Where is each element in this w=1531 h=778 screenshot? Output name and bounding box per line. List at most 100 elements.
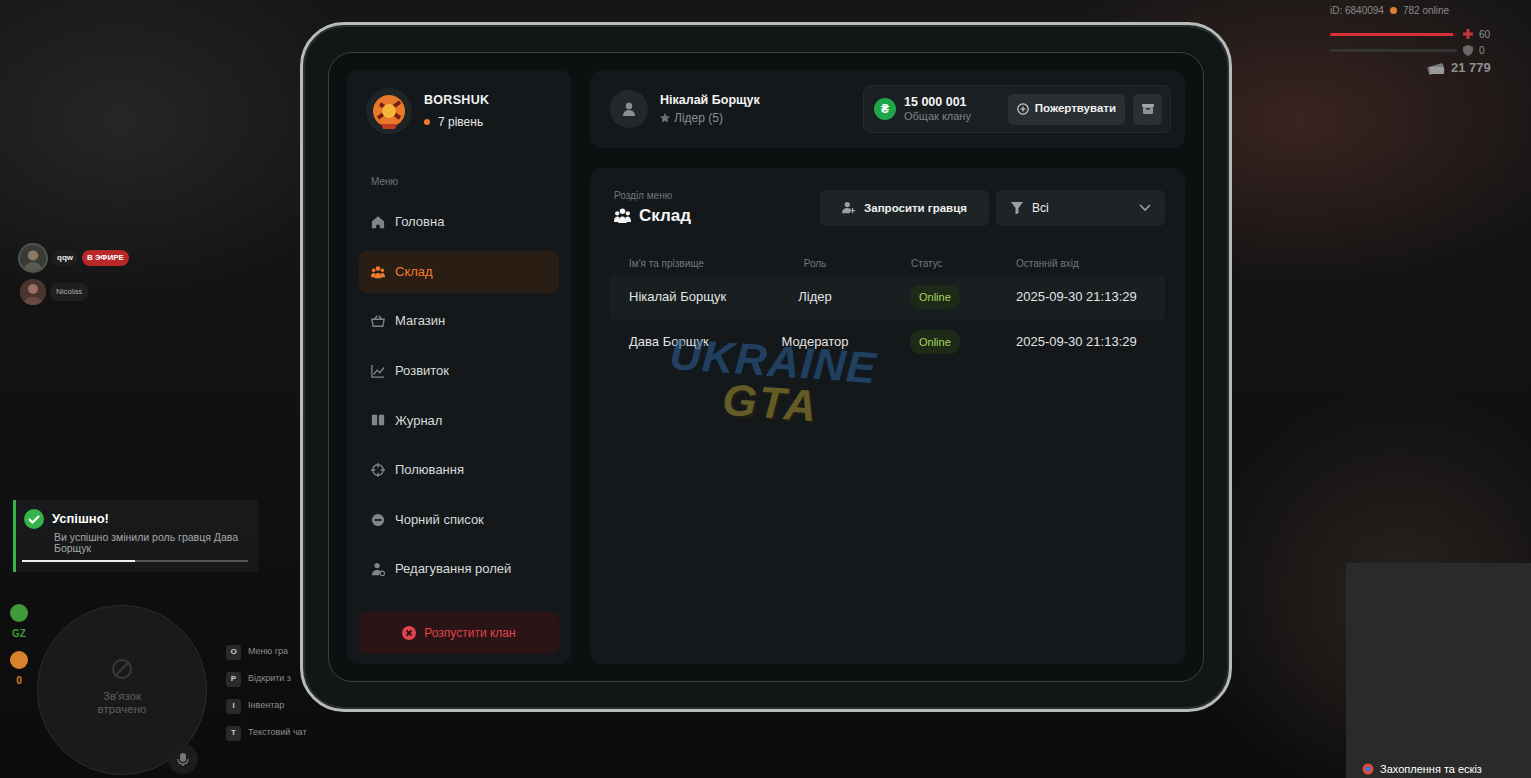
toast-message: Ви успішно змінили роль гравця Дава Борщ… bbox=[24, 532, 248, 554]
treasury-history-button[interactable] bbox=[1133, 94, 1162, 125]
plus-circle-icon bbox=[1017, 103, 1029, 115]
member-name: Нікалай Борщук bbox=[629, 287, 760, 307]
side-status: GZ 0 bbox=[8, 604, 30, 694]
status-dot bbox=[10, 651, 28, 669]
sidebar-item[interactable]: Чорний список bbox=[359, 499, 559, 541]
member-name: Дава Борщук bbox=[629, 332, 760, 352]
armor-value: 0 bbox=[1479, 43, 1495, 58]
check-icon bbox=[24, 509, 44, 529]
treasury-box: ₴15 000 001Общак клануПожертвувати bbox=[863, 85, 1171, 133]
health-line: 60 bbox=[1330, 26, 1520, 42]
toolbar-actions: Запросити гравця Всі bbox=[820, 190, 1165, 226]
role-edit-icon bbox=[371, 562, 385, 576]
invite-button[interactable]: Запросити гравця bbox=[820, 190, 989, 226]
donate-label: Пожертвувати bbox=[1035, 100, 1116, 117]
sidebar-item-label: Магазин bbox=[395, 311, 445, 331]
streamer-row: qqwВ ЭФИРЕ bbox=[18, 243, 129, 273]
section-title-text: Склад bbox=[639, 203, 691, 229]
tablet-screen: BORSHUK 7 рівень Меню Головна Склад Магазин Ро… bbox=[328, 52, 1204, 682]
chevron-down-icon bbox=[1139, 204, 1151, 212]
hint-label: Інвентар bbox=[248, 699, 284, 713]
table-row[interactable]: Дава БорщукМодераторOnline2025-09-30 21:… bbox=[610, 320, 1165, 365]
sidebar-item-label: Редагування ролей bbox=[395, 559, 511, 579]
sidebar-item[interactable]: Головна bbox=[359, 201, 559, 243]
health-track bbox=[1330, 33, 1457, 36]
clan-level: 7 рівень bbox=[424, 113, 489, 131]
health-cross-icon bbox=[1463, 29, 1473, 39]
clan-name: BORSHUK bbox=[424, 91, 489, 110]
key-hint: IІнвентар bbox=[226, 697, 307, 715]
sidebar-item[interactable]: Полювання bbox=[359, 449, 559, 491]
chart-icon bbox=[371, 364, 385, 378]
sidebar-item[interactable]: Магазин bbox=[359, 300, 559, 342]
capture-text: Захоплення та ескіз bbox=[1380, 761, 1482, 778]
level-dot bbox=[424, 119, 430, 125]
status-label: 0 bbox=[16, 673, 22, 688]
table-row[interactable]: Нікалай БорщукЛідерOnline2025-09-30 21:1… bbox=[610, 275, 1165, 320]
key-hint: OМеню гра bbox=[226, 643, 307, 661]
streamer-avatar-icon bbox=[18, 243, 48, 273]
role-filter-dropdown[interactable]: Всі bbox=[996, 190, 1165, 226]
key-hint: P Відкрити з bbox=[226, 670, 307, 688]
filter-icon bbox=[1010, 201, 1024, 215]
minimap-status: Зв'язок втрачено bbox=[77, 690, 167, 716]
watermark-top: UKRAINE bbox=[668, 333, 878, 389]
profile: Нікалай БорщукЛідер (5) bbox=[610, 90, 760, 128]
toast-timer-fill bbox=[22, 560, 135, 562]
hud-info-line: iD: 6840094782 online bbox=[1330, 2, 1520, 18]
sidebar-item-label: Полювання bbox=[395, 460, 464, 480]
viewer-row: Nicolas bbox=[18, 279, 129, 305]
sidebar-item-label: Розвиток bbox=[395, 361, 449, 381]
clan-sidebar: BORSHUK 7 рівень Меню Головна Склад Магазин Ро… bbox=[347, 70, 571, 664]
members-title-icon bbox=[614, 207, 631, 224]
sidebar-item[interactable]: Розвиток bbox=[359, 350, 559, 392]
journal-icon bbox=[371, 413, 385, 427]
tablet: BORSHUK 7 рівень Меню Головна Склад Магазин Ро… bbox=[300, 22, 1232, 712]
money-line: 21 779 bbox=[1330, 58, 1520, 78]
table-header: Ім'я та прізвищеРольСтатусОстанній вхід bbox=[610, 253, 1165, 275]
sidebar-item[interactable]: Редагування ролей bbox=[359, 548, 559, 590]
live-badge: В ЭФИРЕ bbox=[82, 250, 129, 266]
members-panel: Розділ менюСклад Запросити гравця Всі Ім'я … bbox=[590, 168, 1185, 664]
sidebar-item-label: Головна bbox=[395, 212, 444, 232]
mic-button[interactable] bbox=[168, 744, 198, 774]
donate-button[interactable]: Пожертвувати bbox=[1008, 94, 1125, 125]
last-login: 2025-09-30 21:13:29 bbox=[1016, 332, 1165, 352]
key-hint: TТекстовий чат bbox=[226, 724, 307, 742]
online-dot bbox=[1390, 7, 1397, 14]
armor-line: 0 bbox=[1330, 42, 1520, 58]
viewer-avatar-icon bbox=[20, 279, 46, 305]
menu-heading: Меню bbox=[359, 174, 559, 189]
hint-label: Відкрити з bbox=[248, 672, 291, 686]
key-hints: OМеню гра P Відкрити з IІнвентар TТекстовий … bbox=[226, 643, 307, 742]
microphone-icon bbox=[176, 752, 190, 767]
home-icon bbox=[371, 215, 385, 229]
status-label: GZ bbox=[12, 626, 26, 641]
hint-label: Текстовий чат bbox=[248, 726, 307, 740]
clan-header: BORSHUK 7 рівень bbox=[359, 88, 559, 134]
money-icon bbox=[1427, 61, 1445, 75]
hint-key: P bbox=[226, 672, 241, 687]
disband-button[interactable]: Розпустити клан bbox=[359, 612, 559, 654]
clan-logo-icon bbox=[366, 88, 412, 134]
treasury-label: Общак клану bbox=[904, 110, 971, 123]
streamer-name: qqw bbox=[52, 250, 78, 266]
health-value: 60 bbox=[1479, 27, 1495, 42]
sidebar-item[interactable]: Склад bbox=[359, 251, 559, 293]
status-pill: Online bbox=[910, 330, 960, 355]
profile-name: Нікалай Борщук bbox=[660, 91, 760, 110]
toast-timer-track bbox=[22, 560, 248, 562]
filter-value: Всі bbox=[1032, 199, 1131, 217]
treasury-amount: 15 000 001 bbox=[904, 95, 971, 109]
section-caption: Розділ меню bbox=[610, 188, 691, 203]
watermark-bottom: GTA bbox=[721, 378, 819, 426]
profile-bar: Нікалай БорщукЛідер (5)₴15 000 001Общак … bbox=[590, 70, 1185, 148]
sidebar-item[interactable]: Журнал bbox=[359, 399, 559, 441]
toast-title: Успішно! bbox=[52, 509, 109, 529]
clan-level-text: 7 рівень bbox=[438, 113, 483, 131]
status-cell: Online bbox=[870, 285, 1016, 310]
hint-label: Меню гра bbox=[248, 645, 288, 659]
profile-role-text: Лідер (5) bbox=[674, 109, 723, 127]
box-icon bbox=[1142, 103, 1154, 115]
clan-meta: BORSHUK 7 рівень bbox=[424, 91, 489, 132]
